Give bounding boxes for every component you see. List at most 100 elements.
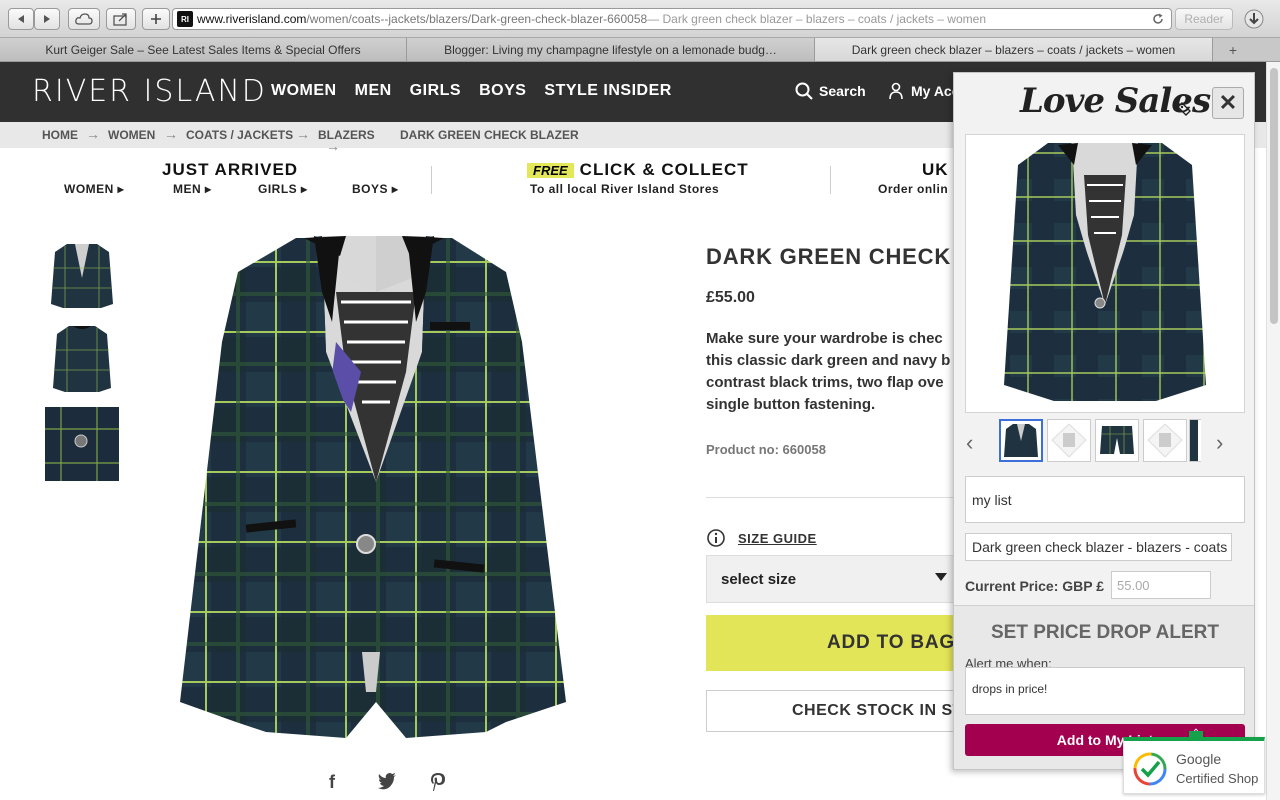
tab-label: Dark green check blazer – blazers – coat… bbox=[851, 42, 1176, 57]
current-price-field[interactable]: 55.00 bbox=[1111, 571, 1211, 599]
product-thumbnail-selected[interactable] bbox=[45, 407, 119, 481]
blazer-back-thumb-image bbox=[53, 326, 111, 392]
scrollbar-thumb[interactable] bbox=[1270, 68, 1278, 324]
promo-divider bbox=[431, 166, 432, 194]
size-select-value: select size bbox=[721, 570, 797, 588]
nav-women[interactable]: WOMEN bbox=[271, 82, 337, 100]
header-account-button[interactable]: My Acc bbox=[889, 82, 960, 100]
twitter-bird-icon bbox=[378, 773, 396, 790]
user-icon bbox=[889, 82, 903, 100]
crumb-coats-jackets[interactable]: COATS / JACKETS bbox=[186, 128, 293, 142]
close-button[interactable]: ✕ bbox=[1212, 87, 1244, 119]
just-arrived-boys[interactable]: BOYS ▸ bbox=[352, 182, 398, 196]
tab-kurt-geiger[interactable]: Kurt Geiger Sale – See Latest Sales Item… bbox=[0, 38, 407, 61]
nav-girls[interactable]: GIRLS bbox=[410, 82, 461, 100]
chevron-up-icon[interactable]: ⌃ bbox=[1189, 729, 1203, 739]
site-logo[interactable]: RIVER ISLAND bbox=[32, 74, 267, 109]
list-name-field[interactable]: my list bbox=[965, 476, 1245, 523]
promo-link-label: GIRLS bbox=[258, 182, 298, 196]
just-arrived-girls[interactable]: GIRLS ▸ bbox=[258, 182, 308, 196]
info-icon bbox=[707, 529, 725, 547]
product-price: £55.00 bbox=[706, 289, 755, 306]
url-page-title: — Dark green check blazer – blazers – co… bbox=[647, 12, 986, 26]
twitter-share-icon[interactable] bbox=[377, 772, 397, 795]
plus-icon: + bbox=[1228, 41, 1238, 58]
carousel-thumbnail[interactable] bbox=[1095, 419, 1139, 462]
address-bar[interactable]: RI www.riverisland.com/women/coats--jack… bbox=[172, 8, 1172, 30]
current-price-label: Current Price: GBP £ bbox=[965, 578, 1104, 594]
shorts-thumb-image bbox=[1100, 426, 1134, 454]
forward-button[interactable] bbox=[34, 8, 60, 30]
alert-condition-field[interactable]: drops in price! bbox=[965, 667, 1245, 715]
reload-icon[interactable] bbox=[1151, 12, 1165, 26]
chevron-right-icon: › bbox=[1216, 430, 1224, 455]
browser-window: RI www.riverisland.com/women/coats--jack… bbox=[0, 0, 1280, 800]
carousel-thumbnail[interactable] bbox=[1143, 419, 1187, 462]
click-collect-sub: To all local River Island Stores bbox=[530, 182, 720, 196]
size-select[interactable]: select size bbox=[706, 555, 960, 603]
price-value: 55.00 bbox=[1117, 577, 1150, 593]
google-certified-check-icon bbox=[1133, 752, 1167, 786]
product-main-image[interactable] bbox=[176, 232, 570, 740]
downloads-button[interactable] bbox=[1243, 8, 1271, 30]
icloud-tabs-button[interactable] bbox=[68, 8, 100, 30]
just-arrived-women[interactable]: WOMEN ▸ bbox=[64, 182, 124, 196]
click-collect-promo[interactable]: FREE CLICK & COLLECT bbox=[527, 160, 749, 180]
currency-label: GBP £ bbox=[1062, 578, 1105, 594]
uk-promo: UK bbox=[922, 160, 949, 180]
just-arrived-men[interactable]: MEN ▸ bbox=[173, 182, 212, 196]
promo-divider bbox=[830, 166, 831, 194]
add-to-bag-button[interactable]: ADD TO BAG bbox=[706, 615, 960, 671]
share-icon bbox=[113, 13, 127, 26]
item-name-field[interactable]: Dark green check blazer - blazers - coat… bbox=[965, 533, 1232, 561]
cloud-icon bbox=[75, 13, 93, 25]
site-favicon-icon: RI bbox=[177, 11, 193, 27]
product-thumbnail[interactable] bbox=[45, 322, 119, 396]
nav-boys[interactable]: BOYS bbox=[479, 82, 526, 100]
love-sales-panel: Love Sales ✕ ‹ › my list Dark green chec… bbox=[953, 72, 1255, 770]
carousel-prev-button[interactable]: ‹ bbox=[966, 430, 973, 456]
pinterest-p-icon bbox=[431, 773, 445, 791]
uk-sub: Order onlin bbox=[878, 182, 949, 196]
pinterest-share-icon[interactable] bbox=[430, 772, 446, 797]
crumb-women[interactable]: WOMEN bbox=[108, 128, 155, 142]
placeholder-image-icon bbox=[1051, 423, 1087, 458]
free-badge: FREE bbox=[527, 162, 574, 178]
size-guide-link[interactable]: SIZE GUIDE bbox=[706, 528, 817, 548]
panel-product-image bbox=[965, 134, 1245, 413]
arrow-right-icon: → bbox=[326, 138, 340, 154]
new-tab-toolbar-button[interactable] bbox=[142, 8, 170, 30]
carousel-thumbnail-selected[interactable] bbox=[999, 419, 1043, 462]
blazer-detail-thumb-image bbox=[45, 407, 119, 481]
crumb-home[interactable]: HOME bbox=[42, 128, 78, 142]
page-scrollbar[interactable] bbox=[1266, 62, 1280, 800]
alert-title: SET PRICE DROP ALERT bbox=[990, 622, 1220, 643]
header-search-button[interactable]: Search bbox=[795, 82, 866, 100]
carousel-next-button[interactable]: › bbox=[1216, 430, 1223, 456]
back-button[interactable] bbox=[8, 8, 34, 30]
share-button[interactable] bbox=[106, 8, 136, 30]
carousel-thumbnail-partial[interactable] bbox=[1189, 419, 1201, 462]
tab-river-island[interactable]: Dark green check blazer – blazers – coat… bbox=[815, 38, 1213, 61]
just-arrived-promo: JUST ARRIVED bbox=[162, 160, 298, 180]
nav-men[interactable]: MEN bbox=[355, 82, 392, 100]
nav-style-insider[interactable]: STYLE INSIDER bbox=[544, 82, 671, 100]
size-guide-label: SIZE GUIDE bbox=[738, 530, 817, 546]
reader-button[interactable]: Reader bbox=[1175, 8, 1233, 30]
chevron-down-icon bbox=[935, 573, 947, 581]
crumb-current: DARK GREEN CHECK BLAZER bbox=[400, 128, 579, 142]
divider bbox=[706, 497, 956, 498]
check-stock-button[interactable]: CHECK STOCK IN ST bbox=[706, 690, 960, 732]
tab-blogger[interactable]: Blogger: Living my champagne lifestyle o… bbox=[407, 38, 815, 61]
placeholder-image-icon bbox=[1147, 423, 1183, 458]
google-label: Google bbox=[1176, 751, 1222, 767]
promo-link-label: MEN bbox=[173, 182, 202, 196]
browser-toolbar: RI www.riverisland.com/women/coats--jack… bbox=[0, 0, 1280, 38]
new-tab-button[interactable]: + bbox=[1213, 38, 1253, 61]
carousel-thumbnail[interactable] bbox=[1047, 419, 1091, 462]
facebook-share-icon[interactable]: f bbox=[329, 772, 335, 793]
product-thumbnail[interactable] bbox=[45, 238, 119, 312]
google-certified-shop-badge[interactable]: ⌃ Google Certified Shop bbox=[1123, 729, 1265, 794]
promo-link-label: BOYS bbox=[352, 182, 389, 196]
search-icon bbox=[795, 82, 813, 100]
